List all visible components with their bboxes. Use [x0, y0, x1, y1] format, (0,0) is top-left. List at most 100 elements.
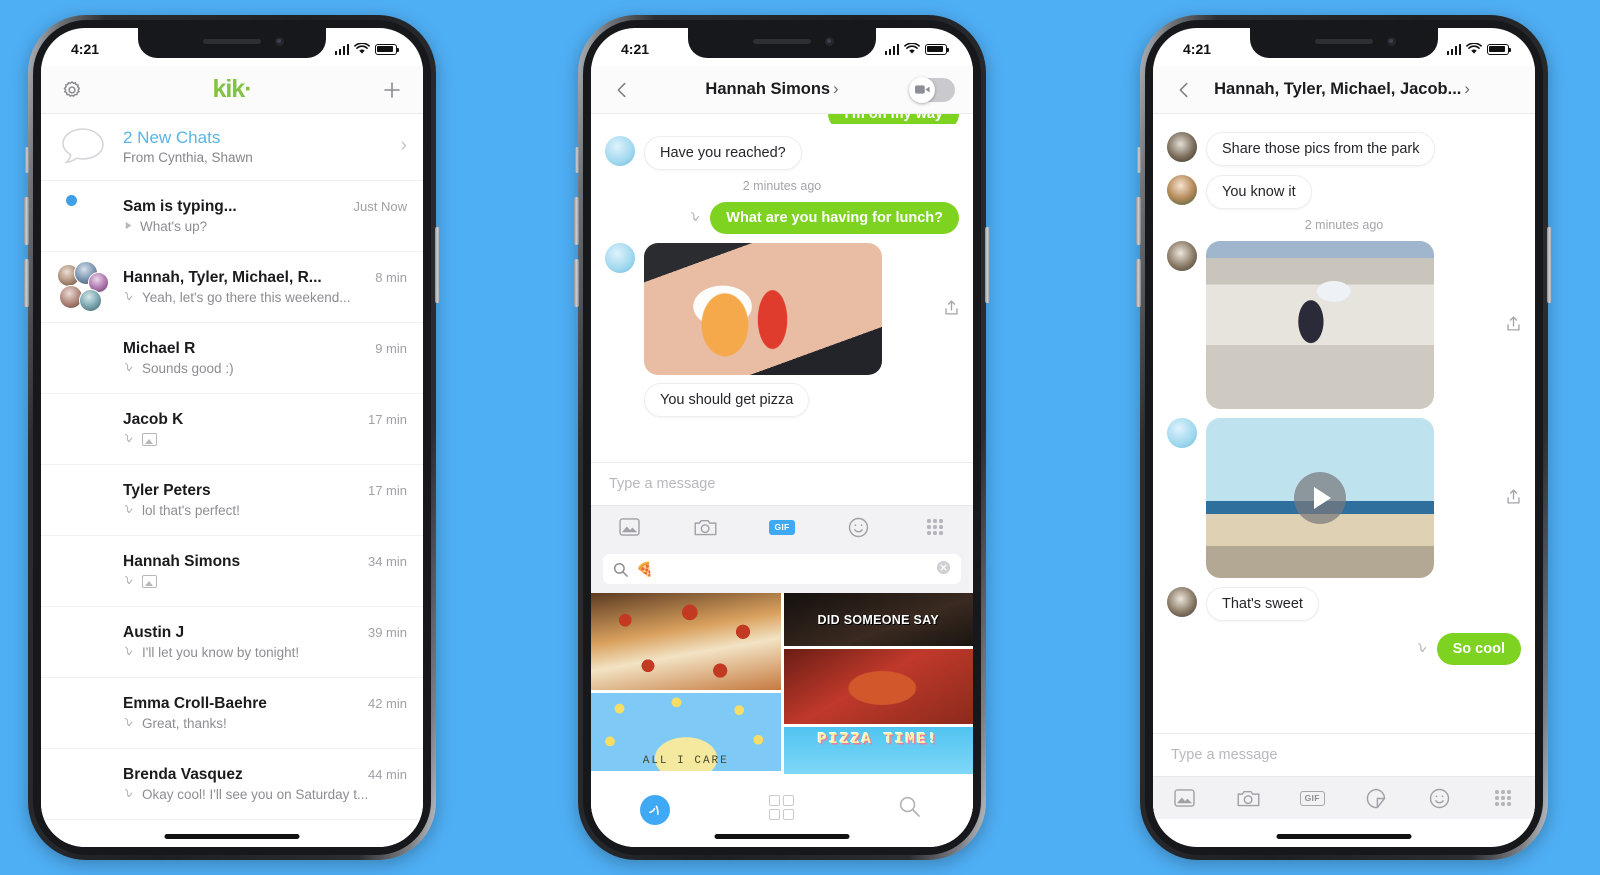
share-icon[interactable] — [1498, 488, 1521, 509]
gif-search-input[interactable]: 🍕 — [603, 554, 961, 584]
power-button[interactable] — [435, 227, 440, 303]
chat-list-item[interactable]: Jacob K 17 min — [41, 394, 423, 465]
conversation-title[interactable]: Hannah Simons › — [705, 80, 838, 99]
avatar — [605, 136, 635, 166]
conversation-title[interactable]: Hannah, Tyler, Michael, Jacob... › — [1214, 80, 1470, 99]
wifi-icon — [904, 43, 920, 54]
media-attachment-image[interactable] — [644, 243, 882, 375]
gif-result[interactable] — [591, 593, 781, 690]
tab-apps[interactable] — [718, 795, 845, 820]
chat-preview: Sounds good :) — [123, 361, 407, 376]
send-icon — [639, 795, 670, 825]
volume-up-button[interactable] — [1136, 197, 1141, 245]
tab-search[interactable] — [846, 795, 973, 818]
tab-send[interactable] — [591, 795, 718, 825]
volume-up-button[interactable] — [574, 197, 579, 245]
plus-icon[interactable] — [379, 77, 405, 103]
group-conversation-thread[interactable]: Share those pics from the park You know … — [1153, 118, 1535, 742]
phone1-screen: 4:21 kik· 2 New Chats From Cynthia, Shaw… — [41, 28, 423, 847]
chat-list-item[interactable]: Brenda Vasquez 44 min Okay cool! I'll se… — [41, 749, 423, 820]
gif-result[interactable]: DID SOMEONE SAY — [783, 593, 973, 646]
smiley-icon[interactable] — [820, 506, 896, 548]
smiley-icon[interactable] — [1408, 777, 1472, 819]
message-bubble-in[interactable]: Have you reached? — [644, 136, 802, 170]
new-chats-subtitle: From Cynthia, Shawn — [123, 149, 253, 165]
chat-list-item[interactable]: Sam is typing... Just Now What's up? — [41, 181, 423, 252]
chat-list-item[interactable]: Hannah Simons 34 min — [41, 536, 423, 607]
message-bubble-out[interactable]: So cool — [1436, 633, 1521, 665]
gallery-icon[interactable] — [591, 506, 667, 548]
message-bubble-in[interactable]: You should get pizza — [644, 383, 810, 417]
gallery-icon[interactable] — [1153, 777, 1217, 819]
read-icon — [123, 290, 136, 305]
gif-column-right: DID SOMEONE SAY PIZZA TIME! — [783, 593, 973, 774]
message-bubble-in[interactable]: Share those pics from the park — [1206, 132, 1436, 166]
phone3-app-header: Hannah, Tyler, Michael, Jacob... › — [1153, 66, 1535, 114]
media-attachment-video[interactable] — [1206, 418, 1434, 578]
read-icon — [689, 210, 703, 226]
chat-preview-text: Yeah, let's go there this weekend... — [142, 290, 351, 305]
wifi-icon — [354, 43, 370, 54]
video-chat-toggle[interactable] — [909, 76, 955, 103]
volume-down-button[interactable] — [24, 259, 29, 307]
share-icon[interactable] — [936, 299, 959, 320]
message-bubble-in[interactable]: That's sweet — [1206, 587, 1319, 621]
chat-timestamp: 39 min — [367, 625, 407, 640]
share-icon[interactable] — [1498, 315, 1521, 336]
chat-list-item[interactable]: Austin J 39 min I'll let you know by ton… — [41, 607, 423, 678]
conversation-title-text: Hannah, Tyler, Michael, Jacob... — [1214, 80, 1462, 98]
chat-name: Jacob K — [123, 411, 184, 428]
back-arrow-icon[interactable] — [609, 77, 635, 103]
play-icon[interactable] — [1294, 472, 1346, 524]
gif-result[interactable]: PIZZA TIME! — [783, 727, 973, 774]
media-attachment-image[interactable] — [1206, 241, 1434, 409]
clear-icon[interactable] — [936, 560, 951, 579]
search-icon — [613, 562, 628, 577]
chat-preview-text: lol that's perfect! — [142, 503, 240, 518]
back-arrow-icon[interactable] — [1171, 77, 1197, 103]
new-chats-row[interactable]: 2 New Chats From Cynthia, Shawn › — [41, 114, 423, 181]
chat-name: Austin J — [123, 624, 185, 641]
chat-list-item[interactable]: Tyler Peters 17 min lol that's perfect! — [41, 465, 423, 536]
camera-icon[interactable] — [1217, 777, 1281, 819]
unread-badge — [65, 194, 78, 207]
chat-preview-text: What's up? — [140, 219, 208, 234]
chat-list-item[interactable]: Michael R 9 min Sounds good :) — [41, 323, 423, 394]
message-bubble-out[interactable]: What are you having for lunch? — [710, 202, 959, 234]
gif-icon[interactable]: GIF — [744, 506, 820, 548]
chat-preview-text: Great, thanks! — [142, 716, 227, 731]
volume-down-button[interactable] — [1136, 259, 1141, 307]
volume-down-button[interactable] — [574, 259, 579, 307]
power-button[interactable] — [1547, 227, 1552, 303]
message-bubble-in[interactable]: You know it — [1206, 175, 1312, 209]
chat-list[interactable]: 2 New Chats From Cynthia, Shawn › Sam is… — [41, 114, 423, 847]
chat-rows-container: Sam is typing... Just Now What's up? Han… — [41, 181, 423, 820]
message-bubble-out[interactable]: I'm on my way — [828, 114, 959, 124]
camera-icon[interactable] — [667, 506, 743, 548]
message-input[interactable]: Type a message — [1153, 734, 1535, 776]
chat-preview: Yeah, let's go there this weekend... — [123, 290, 407, 305]
chat-preview: Great, thanks! — [123, 716, 407, 731]
sticker-icon[interactable] — [1344, 777, 1408, 819]
battery-icon — [1487, 43, 1511, 55]
silent-switch[interactable] — [1137, 147, 1141, 173]
silent-switch[interactable] — [25, 147, 29, 173]
chat-list-item[interactable]: Emma Croll-Baehre 42 min Great, thanks! — [41, 678, 423, 749]
power-button[interactable] — [985, 227, 990, 303]
gif-icon[interactable]: GIF — [1280, 777, 1344, 819]
chat-list-item[interactable]: Hannah, Tyler, Michael, R... 8 min Yeah,… — [41, 252, 423, 323]
silent-switch[interactable] — [575, 147, 579, 173]
avatar — [1167, 418, 1197, 448]
keypad-icon[interactable] — [1471, 777, 1535, 819]
keypad-icon[interactable] — [897, 506, 973, 548]
volume-up-button[interactable] — [24, 197, 29, 245]
timestamp-divider: 2 minutes ago — [742, 179, 822, 193]
gear-icon[interactable] — [59, 77, 85, 103]
gif-result[interactable] — [783, 649, 973, 724]
chevron-right-icon: › — [1464, 80, 1470, 98]
chat-bubble-icon — [57, 124, 109, 168]
gif-result[interactable]: ALL I CARE — [591, 693, 781, 771]
read-icon — [123, 361, 136, 376]
earpiece-speaker — [1315, 39, 1373, 44]
message-input[interactable]: Type a message — [591, 463, 973, 505]
